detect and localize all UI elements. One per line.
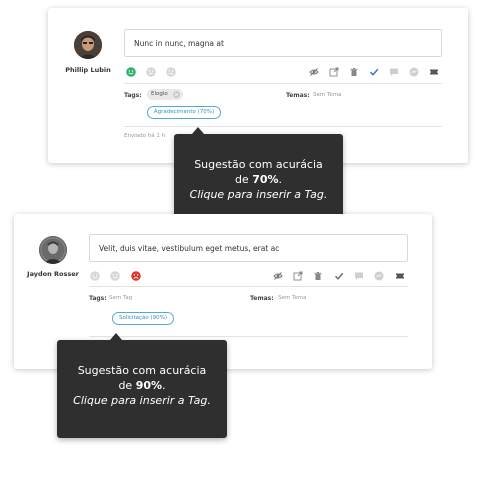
suggestion-tag[interactable]: Solicitação (90%): [112, 312, 174, 325]
neutral-emoji-icon[interactable]: [146, 67, 156, 77]
suggestion-tag[interactable]: Agradecimento (70%): [147, 106, 221, 119]
happy-emoji-icon[interactable]: [126, 67, 136, 77]
tooltip-percent: 90%: [135, 379, 163, 392]
comment-icon[interactable]: [389, 67, 399, 77]
tooltip-line1: Sugestão com acurácia: [194, 158, 323, 171]
sad-emoji-icon[interactable]: [131, 271, 141, 281]
avatar[interactable]: [74, 31, 102, 59]
hide-icon[interactable]: [309, 67, 319, 77]
message-box[interactable]: Nunc in nunc, magna at: [124, 29, 442, 57]
ticket-icon[interactable]: [429, 67, 439, 77]
check-icon[interactable]: [369, 67, 379, 77]
temas-value: Sem Tema: [278, 295, 307, 301]
messenger-icon[interactable]: [409, 67, 419, 77]
tags-label: Tags:: [124, 92, 142, 99]
user-name: Phillip Lubin: [65, 66, 111, 74]
trash-icon[interactable]: [313, 271, 323, 281]
happy-emoji-icon[interactable]: [90, 271, 100, 281]
tooltip-arrow: [110, 333, 122, 340]
message-box[interactable]: Velit, duis vitae, vestibulum eget metus…: [89, 234, 408, 262]
temas-label: Temas:: [250, 295, 274, 302]
tooltip-line3: Clique para inserir a Tag.: [73, 394, 211, 407]
neutral-emoji-icon[interactable]: [110, 271, 120, 281]
messenger-icon[interactable]: [374, 271, 384, 281]
check-icon[interactable]: [334, 271, 344, 281]
tooltip-line2: de 70%.: [234, 173, 283, 186]
suggestion-tooltip: Sugestão com acurácia de 90%. Clique par…: [57, 333, 227, 438]
divider: [89, 286, 408, 287]
tooltip-arrow: [192, 127, 204, 134]
tags-value: Sem Tag: [109, 295, 133, 301]
ticket-icon[interactable]: [395, 271, 405, 281]
avatar[interactable]: [39, 236, 67, 264]
tooltip-percent: 70%: [252, 173, 279, 186]
user-name: Jaydon Rosser: [27, 270, 79, 278]
tooltip-line2: de 90%.: [118, 379, 166, 392]
tag-chip[interactable]: Elogio: [147, 89, 183, 100]
divider: [89, 336, 408, 337]
open-external-icon[interactable]: [293, 271, 303, 281]
tag-chip-label: Elogio: [151, 91, 168, 97]
divider: [124, 126, 442, 127]
comment-icon[interactable]: [354, 271, 364, 281]
hide-icon[interactable]: [273, 271, 283, 281]
open-external-icon[interactable]: [329, 67, 339, 77]
user-photo-icon: [39, 236, 67, 264]
divider: [124, 83, 442, 84]
trash-icon[interactable]: [349, 67, 359, 77]
temas-label: Temas:: [286, 92, 310, 99]
user-photo-icon: [74, 31, 102, 59]
tags-label: Tags:: [89, 295, 107, 302]
tooltip-line1: Sugestão com acurácia: [77, 364, 207, 377]
temas-value: Sem Tema: [313, 92, 342, 98]
remove-tag-icon[interactable]: [173, 91, 180, 98]
sent-time: Enviado há 1 h: [124, 133, 166, 139]
tooltip-line3: Clique para inserir a Tag.: [189, 188, 328, 201]
sad-emoji-icon[interactable]: [166, 67, 176, 77]
